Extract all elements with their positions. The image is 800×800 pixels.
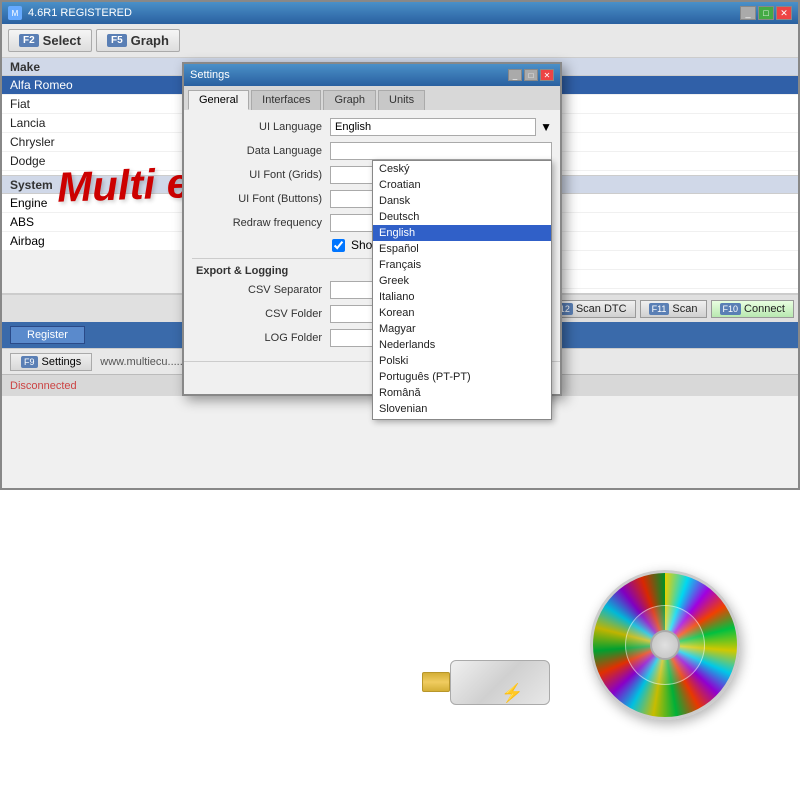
dropdown-arrow-icon[interactable]: ▼ <box>540 120 552 134</box>
lang-dansk[interactable]: Dansk <box>373 193 551 209</box>
illustration-area: ⚡ <box>0 490 800 800</box>
usb-logo-icon: ⚡ <box>501 683 523 704</box>
illustrations-container: ⚡ <box>430 570 740 720</box>
dialog-title-bar: Settings _ □ ✕ <box>184 64 560 86</box>
usb-connector <box>422 672 450 692</box>
log-folder-label: LOG Folder <box>192 332 322 344</box>
ui-font-buttons-label: UI Font (Buttons) <box>192 193 322 205</box>
dialog-title: Settings <box>190 69 230 81</box>
ui-language-label: UI Language <box>192 121 322 133</box>
tab-graph[interactable]: Graph <box>323 90 376 110</box>
data-language-input[interactable] <box>330 142 552 160</box>
lang-cesky[interactable]: Ceský <box>373 161 551 177</box>
dialog-content: UI Language ▼ Data Language UI Font (Gri… <box>184 110 560 361</box>
lang-portuguese[interactable]: Português (PT-PT) <box>373 369 551 385</box>
dialog-maximize-button[interactable]: □ <box>524 69 538 81</box>
ui-language-row: UI Language ▼ <box>192 118 552 136</box>
lang-nederlands[interactable]: Nederlands <box>373 337 551 353</box>
tab-general[interactable]: General <box>188 90 249 110</box>
dialog-overlay: Settings _ □ ✕ General Interfaces Graph … <box>2 2 798 488</box>
lang-italiano[interactable]: Italiano <box>373 289 551 305</box>
tab-interfaces[interactable]: Interfaces <box>251 90 321 110</box>
lang-slovenian[interactable]: Slovenian <box>373 401 551 417</box>
lang-magyar[interactable]: Magyar <box>373 321 551 337</box>
lang-romana[interactable]: Română <box>373 385 551 401</box>
data-language-label: Data Language <box>192 145 322 157</box>
dialog-close-button[interactable]: ✕ <box>540 69 554 81</box>
usb-body: ⚡ <box>450 660 550 705</box>
lang-greek[interactable]: Greek <box>373 273 551 289</box>
redraw-freq-label: Redraw frequency <box>192 217 322 229</box>
ui-language-input[interactable] <box>330 118 536 136</box>
lang-deutsch[interactable]: Deutsch <box>373 209 551 225</box>
tab-units[interactable]: Units <box>378 90 425 110</box>
lang-english[interactable]: English <box>373 225 551 241</box>
show-please-checkbox[interactable] <box>332 239 345 252</box>
lang-francais[interactable]: Français <box>373 257 551 273</box>
dialog-minimize-button[interactable]: _ <box>508 69 522 81</box>
lang-polski[interactable]: Polski <box>373 353 551 369</box>
dvd-center <box>650 630 680 660</box>
settings-dialog: Settings _ □ ✕ General Interfaces Graph … <box>182 62 562 396</box>
usb-drive: ⚡ <box>430 650 560 720</box>
language-dropdown: Ceský Croatian Dansk Deutsch English Esp… <box>372 160 552 420</box>
app-window: M 4.6R1 REGISTERED _ □ ✕ F2 Select F5 Gr… <box>0 0 800 490</box>
dialog-tabs: General Interfaces Graph Units <box>184 86 560 110</box>
lang-espanol[interactable]: Español <box>373 241 551 257</box>
lang-croatian[interactable]: Croatian <box>373 177 551 193</box>
csv-folder-label: CSV Folder <box>192 308 322 320</box>
data-language-row: Data Language <box>192 142 552 160</box>
csv-separator-label: CSV Separator <box>192 284 322 296</box>
dvd-disc <box>590 570 740 720</box>
lang-srpski[interactable]: Srpski-LAT <box>373 417 551 420</box>
ui-font-grids-label: UI Font (Grids) <box>192 169 322 181</box>
lang-korean[interactable]: Korean <box>373 305 551 321</box>
